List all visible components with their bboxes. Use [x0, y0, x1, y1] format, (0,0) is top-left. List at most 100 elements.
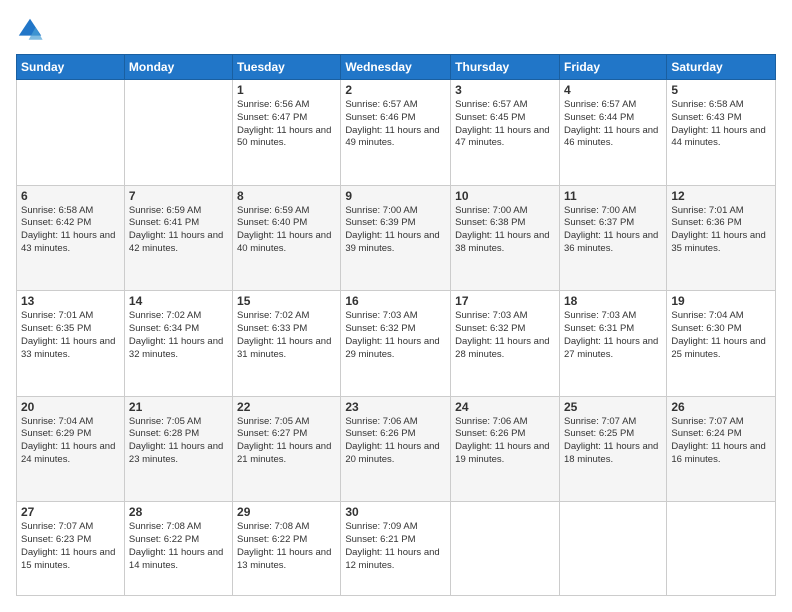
day-info: Sunrise: 7:05 AM Sunset: 6:28 PM Dayligh…: [129, 416, 228, 467]
weekday-header: Wednesday: [341, 55, 451, 80]
day-number: 28: [129, 505, 228, 519]
day-info: Sunrise: 6:58 AM Sunset: 6:42 PM Dayligh…: [21, 205, 120, 256]
day-info: Sunrise: 6:58 AM Sunset: 6:43 PM Dayligh…: [671, 99, 771, 150]
day-info: Sunrise: 7:07 AM Sunset: 6:25 PM Dayligh…: [564, 416, 662, 467]
calendar-cell: 20Sunrise: 7:04 AM Sunset: 6:29 PM Dayli…: [17, 396, 125, 502]
calendar-cell: 18 Sunrise: 7:03 AM Sunset: 6:31 PM Dayli…: [559, 291, 666, 397]
day-number: 18: [564, 294, 662, 308]
calendar-cell: [451, 502, 560, 596]
day-info: Sunrise: 6:57 AM Sunset: 6:44 PM Dayligh…: [564, 99, 662, 150]
calendar-cell: 9Sunrise: 7:00 AM Sunset: 6:39 PM Daylig…: [341, 185, 451, 291]
day-info: Sunrise: 7:08 AM Sunset: 6:22 PM Dayligh…: [129, 521, 228, 572]
day-info: Sunrise: 6:57 AM Sunset: 6:45 PM Dayligh…: [455, 99, 555, 150]
calendar-week-row: 27 Sunrise: 7:07 AM Sunset: 6:23 PM Dayli…: [17, 502, 776, 596]
day-number: 14: [129, 294, 228, 308]
calendar-cell: 3 Sunrise: 6:57 AM Sunset: 6:45 PM Daylig…: [451, 80, 560, 186]
calendar-cell: 15 Sunrise: 7:02 AM Sunset: 6:33 PM Dayli…: [233, 291, 341, 397]
day-info: Sunrise: 7:02 AM Sunset: 6:33 PM Dayligh…: [237, 310, 336, 361]
day-number: 27: [21, 505, 120, 519]
calendar: SundayMondayTuesdayWednesdayThursdayFrid…: [16, 54, 776, 596]
calendar-cell: 22Sunrise: 7:05 AM Sunset: 6:27 PM Dayli…: [233, 396, 341, 502]
calendar-cell: [124, 80, 232, 186]
calendar-cell: 8 Sunrise: 6:59 AM Sunset: 6:40 PM Daylig…: [233, 185, 341, 291]
day-number: 2: [345, 83, 446, 97]
day-number: 10: [455, 189, 555, 203]
calendar-cell: 24 Sunrise: 7:06 AM Sunset: 6:26 PM Dayli…: [451, 396, 560, 502]
calendar-cell: 17 Sunrise: 7:03 AM Sunset: 6:32 PM Dayli…: [451, 291, 560, 397]
weekday-header: Saturday: [667, 55, 776, 80]
calendar-cell: 16 Sunrise: 7:03 AM Sunset: 6:32 PM Dayli…: [341, 291, 451, 397]
day-info: Sunrise: 7:09 AM Sunset: 6:21 PM Dayligh…: [345, 521, 446, 572]
calendar-cell: 7 Sunrise: 6:59 AM Sunset: 6:41 PM Daylig…: [124, 185, 232, 291]
calendar-cell: 2 Sunrise: 6:57 AM Sunset: 6:46 PM Daylig…: [341, 80, 451, 186]
calendar-cell: 1Sunrise: 6:56 AM Sunset: 6:47 PM Daylig…: [233, 80, 341, 186]
day-info: Sunrise: 7:06 AM Sunset: 6:26 PM Dayligh…: [455, 416, 555, 467]
logo: [16, 16, 48, 44]
day-number: 26: [671, 400, 771, 414]
calendar-cell: 13 Sunrise: 7:01 AM Sunset: 6:35 PM Dayli…: [17, 291, 125, 397]
day-info: Sunrise: 7:05 AM Sunset: 6:27 PM Dayligh…: [237, 416, 336, 467]
day-number: 11: [564, 189, 662, 203]
day-number: 13: [21, 294, 120, 308]
day-info: Sunrise: 7:02 AM Sunset: 6:34 PM Dayligh…: [129, 310, 228, 361]
calendar-cell: 25 Sunrise: 7:07 AM Sunset: 6:25 PM Dayli…: [559, 396, 666, 502]
day-number: 30: [345, 505, 446, 519]
calendar-cell: [17, 80, 125, 186]
logo-icon: [16, 16, 44, 44]
weekday-header: Tuesday: [233, 55, 341, 80]
calendar-cell: 6 Sunrise: 6:58 AM Sunset: 6:42 PM Daylig…: [17, 185, 125, 291]
day-number: 29: [237, 505, 336, 519]
day-info: Sunrise: 7:00 AM Sunset: 6:39 PM Dayligh…: [345, 205, 446, 256]
day-info: Sunrise: 7:04 AM Sunset: 6:30 PM Dayligh…: [671, 310, 771, 361]
day-info: Sunrise: 7:03 AM Sunset: 6:31 PM Dayligh…: [564, 310, 662, 361]
day-number: 15: [237, 294, 336, 308]
day-number: 6: [21, 189, 120, 203]
day-number: 4: [564, 83, 662, 97]
weekday-header: Thursday: [451, 55, 560, 80]
weekday-header-row: SundayMondayTuesdayWednesdayThursdayFrid…: [17, 55, 776, 80]
calendar-cell: 23Sunrise: 7:06 AM Sunset: 6:26 PM Dayli…: [341, 396, 451, 502]
day-info: Sunrise: 7:07 AM Sunset: 6:24 PM Dayligh…: [671, 416, 771, 467]
day-info: Sunrise: 7:03 AM Sunset: 6:32 PM Dayligh…: [455, 310, 555, 361]
day-number: 25: [564, 400, 662, 414]
calendar-cell: 12 Sunrise: 7:01 AM Sunset: 6:36 PM Dayli…: [667, 185, 776, 291]
day-info: Sunrise: 7:06 AM Sunset: 6:26 PM Dayligh…: [345, 416, 446, 467]
calendar-cell: 27 Sunrise: 7:07 AM Sunset: 6:23 PM Dayli…: [17, 502, 125, 596]
calendar-cell: 21 Sunrise: 7:05 AM Sunset: 6:28 PM Dayli…: [124, 396, 232, 502]
day-number: 12: [671, 189, 771, 203]
calendar-cell: 26 Sunrise: 7:07 AM Sunset: 6:24 PM Dayli…: [667, 396, 776, 502]
day-info: Sunrise: 7:08 AM Sunset: 6:22 PM Dayligh…: [237, 521, 336, 572]
day-info: Sunrise: 6:59 AM Sunset: 6:40 PM Dayligh…: [237, 205, 336, 256]
calendar-cell: 14 Sunrise: 7:02 AM Sunset: 6:34 PM Dayli…: [124, 291, 232, 397]
day-info: Sunrise: 6:57 AM Sunset: 6:46 PM Dayligh…: [345, 99, 446, 150]
calendar-week-row: 20Sunrise: 7:04 AM Sunset: 6:29 PM Dayli…: [17, 396, 776, 502]
calendar-cell: [667, 502, 776, 596]
day-number: 16: [345, 294, 446, 308]
day-number: 17: [455, 294, 555, 308]
weekday-header: Monday: [124, 55, 232, 80]
calendar-cell: 28 Sunrise: 7:08 AM Sunset: 6:22 PM Dayli…: [124, 502, 232, 596]
day-number: 8: [237, 189, 336, 203]
day-number: 24: [455, 400, 555, 414]
calendar-cell: 19Sunrise: 7:04 AM Sunset: 6:30 PM Dayli…: [667, 291, 776, 397]
day-info: Sunrise: 7:07 AM Sunset: 6:23 PM Dayligh…: [21, 521, 120, 572]
calendar-week-row: 13 Sunrise: 7:01 AM Sunset: 6:35 PM Dayli…: [17, 291, 776, 397]
weekday-header: Sunday: [17, 55, 125, 80]
day-number: 5: [671, 83, 771, 97]
day-number: 20: [21, 400, 120, 414]
day-info: Sunrise: 7:01 AM Sunset: 6:35 PM Dayligh…: [21, 310, 120, 361]
calendar-cell: [559, 502, 666, 596]
day-info: Sunrise: 6:59 AM Sunset: 6:41 PM Dayligh…: [129, 205, 228, 256]
day-info: Sunrise: 7:00 AM Sunset: 6:38 PM Dayligh…: [455, 205, 555, 256]
day-number: 7: [129, 189, 228, 203]
day-info: Sunrise: 6:56 AM Sunset: 6:47 PM Dayligh…: [237, 99, 336, 150]
calendar-cell: 30 Sunrise: 7:09 AM Sunset: 6:21 PM Dayli…: [341, 502, 451, 596]
calendar-cell: 4 Sunrise: 6:57 AM Sunset: 6:44 PM Daylig…: [559, 80, 666, 186]
day-info: Sunrise: 7:00 AM Sunset: 6:37 PM Dayligh…: [564, 205, 662, 256]
calendar-cell: 5 Sunrise: 6:58 AM Sunset: 6:43 PM Daylig…: [667, 80, 776, 186]
day-info: Sunrise: 7:01 AM Sunset: 6:36 PM Dayligh…: [671, 205, 771, 256]
calendar-week-row: 6 Sunrise: 6:58 AM Sunset: 6:42 PM Daylig…: [17, 185, 776, 291]
day-number: 21: [129, 400, 228, 414]
day-info: Sunrise: 7:03 AM Sunset: 6:32 PM Dayligh…: [345, 310, 446, 361]
day-number: 3: [455, 83, 555, 97]
